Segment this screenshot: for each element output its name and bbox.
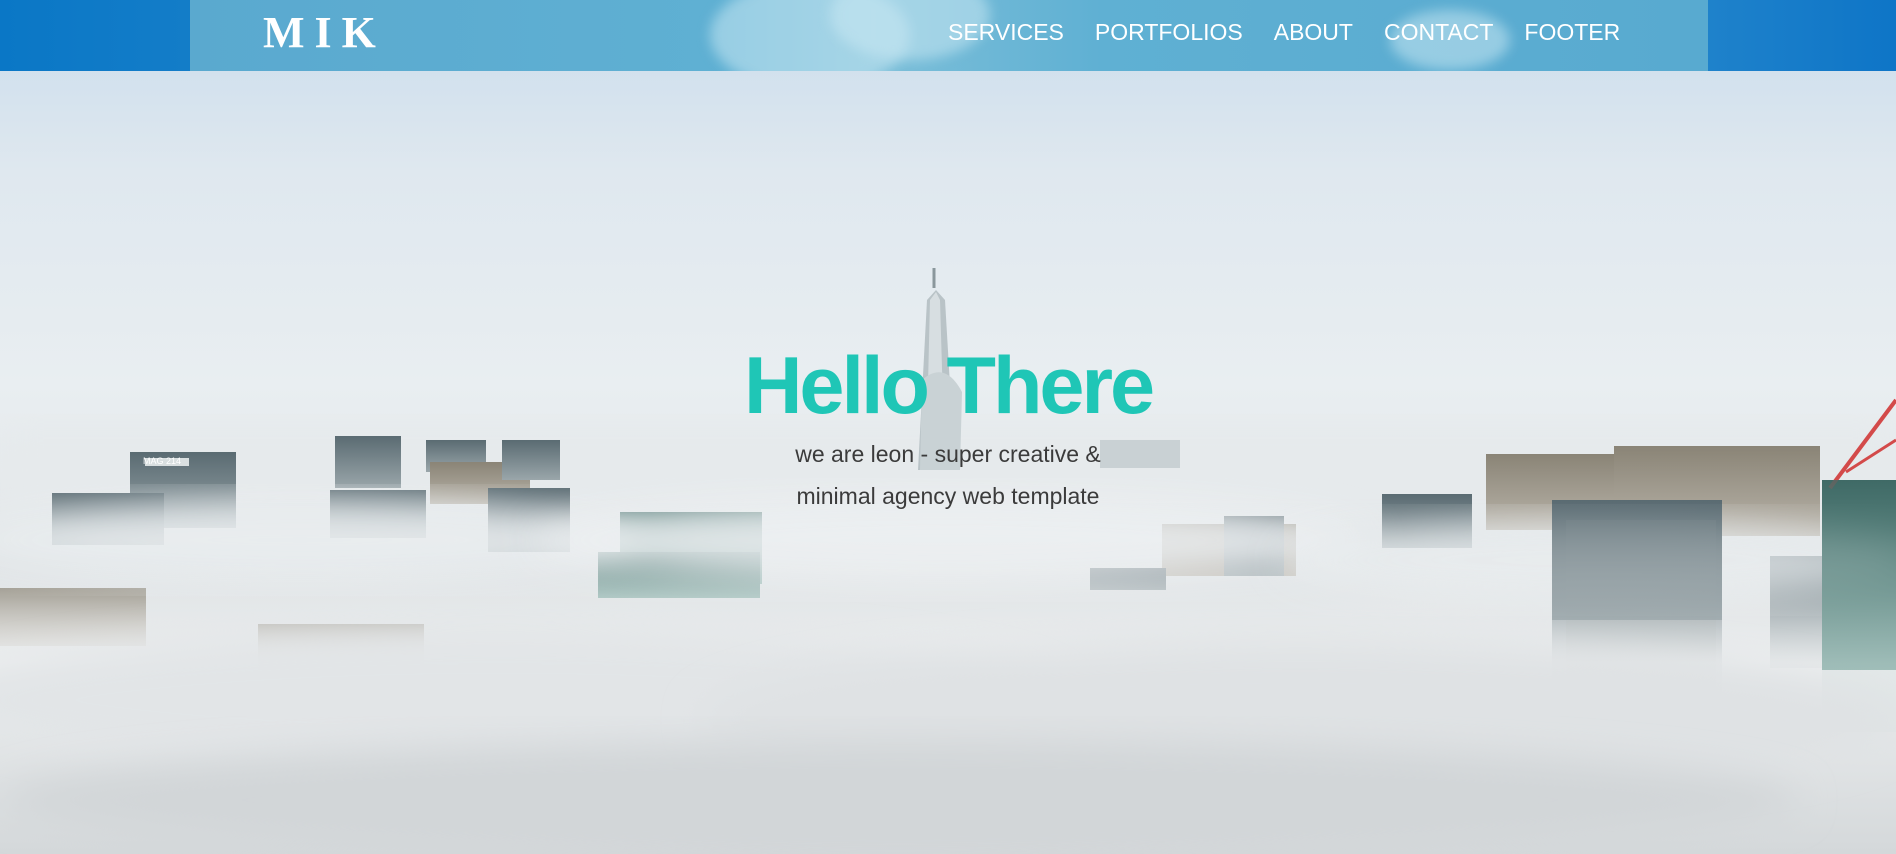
hero-subtitle-line-2: minimal agency web template bbox=[796, 483, 1100, 509]
nav-footer[interactable]: FOOTER bbox=[1524, 18, 1620, 46]
main-nav: SERVICES PORTFOLIOS ABOUT CONTACT FOOTER bbox=[948, 18, 1620, 46]
logo[interactable]: MIK bbox=[263, 9, 386, 57]
page: MIK SERVICES PORTFOLIOS ABOUT CONTACT FO… bbox=[0, 0, 1896, 854]
nav-about[interactable]: ABOUT bbox=[1274, 18, 1353, 46]
hero-title: Hello There bbox=[743, 341, 1155, 431]
nav-contact[interactable]: CONTACT bbox=[1384, 18, 1493, 46]
hero-subtitle: we are leon - super creative & minimal a… bbox=[0, 433, 1896, 517]
top-navigation-bar: MIK SERVICES PORTFOLIOS ABOUT CONTACT FO… bbox=[0, 0, 1896, 71]
nav-portfolios[interactable]: PORTFOLIOS bbox=[1095, 18, 1243, 46]
hero-subtitle-line-1: we are leon - super creative & bbox=[795, 441, 1101, 467]
nav-services[interactable]: SERVICES bbox=[948, 18, 1064, 46]
